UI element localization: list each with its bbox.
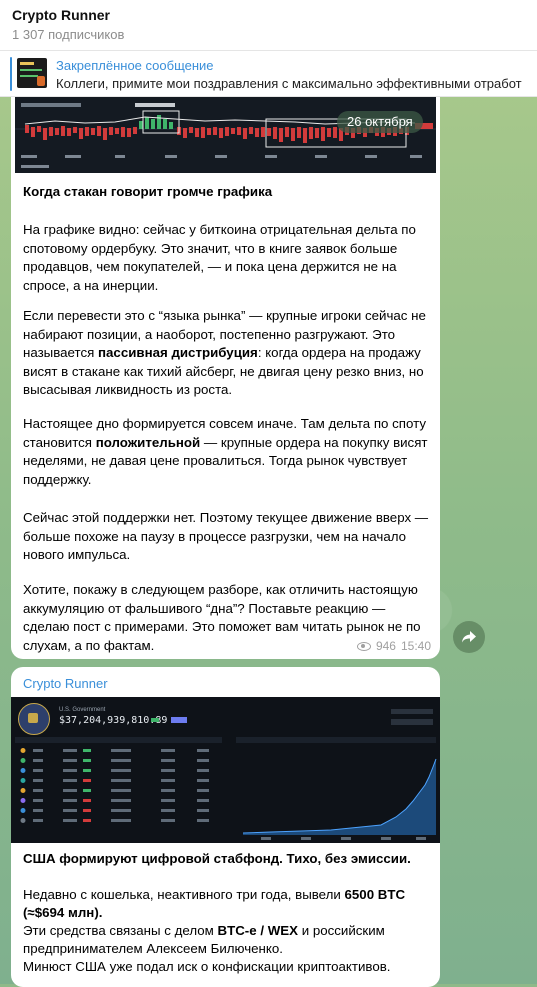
message-meta: 946 15:40 bbox=[356, 639, 431, 653]
post2-line-2: (≈$694 млн). bbox=[23, 904, 431, 923]
pinned-text: Коллеги, примите мои поздравления с макс… bbox=[56, 76, 522, 91]
l2-bold: (≈$694 млн). bbox=[23, 905, 103, 920]
pinned-message-bar[interactable]: Закреплённое сообщение Коллеги, примите … bbox=[0, 51, 537, 97]
l1-bold: 6500 BTC bbox=[344, 887, 406, 902]
date-separator-pill: 26 октября bbox=[337, 111, 423, 133]
share-button[interactable] bbox=[453, 621, 485, 653]
view-count: 946 bbox=[375, 639, 396, 653]
post-paragraph-2: Если перевести это с “языка рынка” — кру… bbox=[23, 307, 431, 400]
message-bubble[interactable]: 26 октября Когда стакан говорит громче г… bbox=[11, 97, 440, 659]
l3-bold: BTC-e / WEX bbox=[217, 923, 298, 938]
eye-icon bbox=[356, 641, 371, 651]
post-heading-text: Когда стакан говорит громче графика bbox=[23, 184, 273, 199]
l3-start: Эти средства связаны с делом bbox=[23, 923, 218, 938]
dashboard-graphic bbox=[15, 709, 437, 840]
post2-line-5: Минюст США уже подал иск о конфискации к… bbox=[23, 959, 391, 974]
post-paragraph-3: Настоящее дно формируется совсем иначе. … bbox=[23, 415, 431, 489]
pinned-indicator bbox=[10, 57, 12, 91]
forwarded-from-link[interactable]: Crypto Runner bbox=[23, 676, 108, 691]
post2-heading: США формируют цифровой стабфонд. Тихо, б… bbox=[23, 850, 431, 869]
post2-heading-text: США формируют цифровой стабфонд. Тихо, б… bbox=[23, 851, 411, 866]
post-image-wallet-dashboard[interactable]: U.S. Government $37,204,939,810.89 bbox=[11, 697, 440, 843]
p3-bold: положительной bbox=[95, 434, 201, 450]
post-paragraph-1: На графике видно: сейчас у биткоина отри… bbox=[23, 222, 416, 293]
p2-bold: пассивная дистрибуция bbox=[98, 345, 258, 361]
pinned-thumbnail bbox=[17, 58, 47, 88]
orderbook-delta-chart-graphic bbox=[15, 97, 436, 173]
channel-title: Crypto Runner bbox=[12, 7, 110, 23]
post-heading: Когда стакан говорит громче графика bbox=[23, 183, 431, 202]
share-arrow-icon bbox=[462, 631, 476, 643]
pinned-title: Закреплённое сообщение bbox=[56, 58, 214, 73]
post2-line-3: Эти средства связаны с делом BTC-e / WEX… bbox=[23, 922, 431, 941]
l1-start: Недавно с кошелька, неактивного три года… bbox=[23, 887, 345, 902]
subscriber-count: 1 307 подписчиков bbox=[12, 27, 125, 42]
message-time: 15:40 bbox=[400, 639, 431, 653]
post2-line-4: предпринимателем Алексеем Билюченко. bbox=[23, 941, 283, 956]
post-image-orderbook-chart[interactable]: 26 октября bbox=[15, 97, 436, 173]
post-paragraph-4: Сейчас этой поддержки нет. Поэтому текущ… bbox=[23, 510, 429, 563]
message-bubble[interactable]: Crypto Runner U.S. Government $37,204,93… bbox=[11, 667, 440, 987]
post2-line-1: Недавно с кошелька, неактивного три года… bbox=[23, 886, 431, 905]
chat-header[interactable]: Crypto Runner 1 307 подписчиков bbox=[0, 0, 537, 51]
l3-end: и российским bbox=[298, 923, 385, 938]
